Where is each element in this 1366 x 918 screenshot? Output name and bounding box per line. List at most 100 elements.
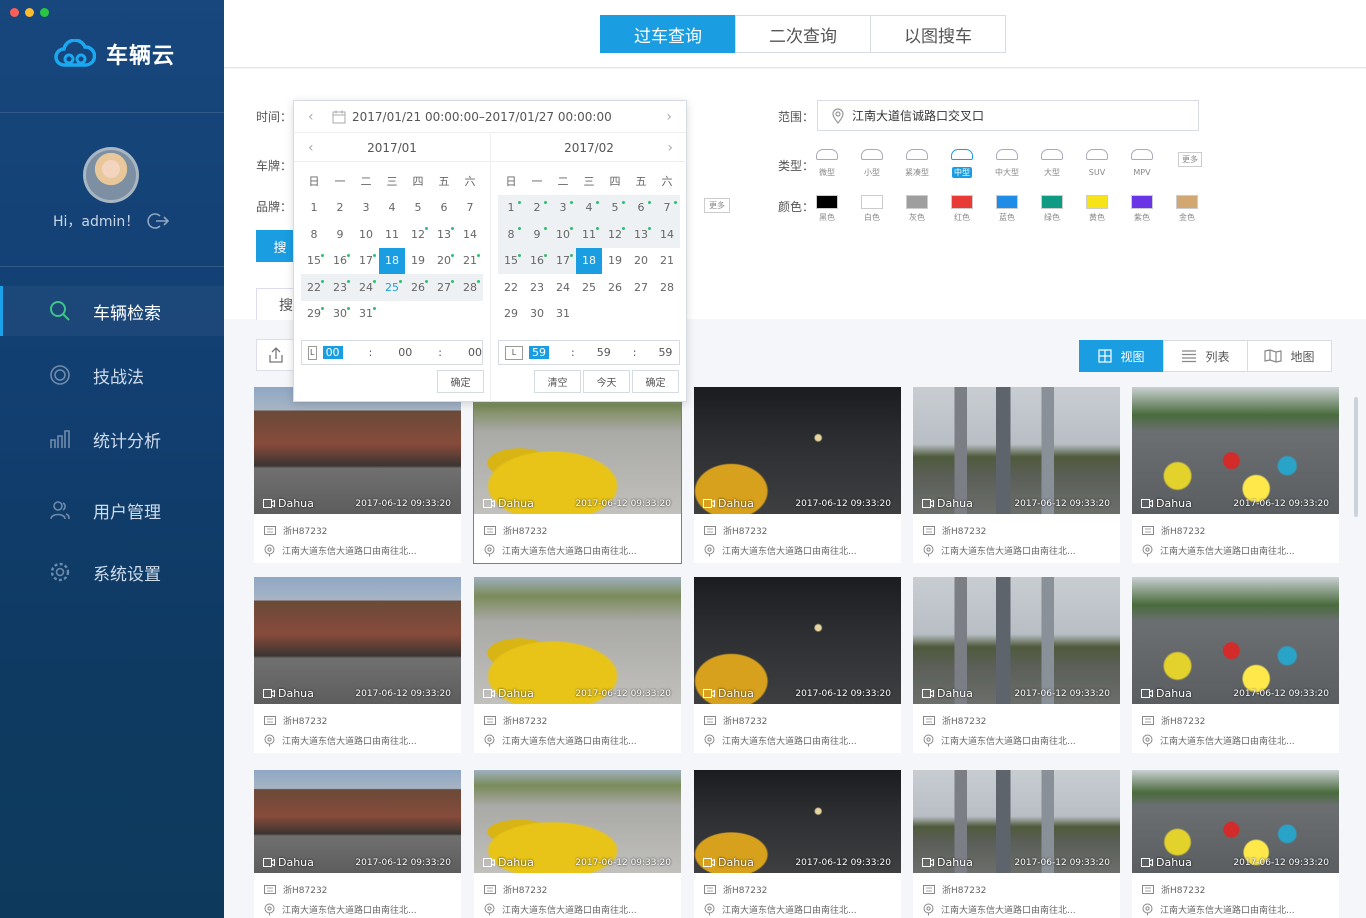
left-day-cell[interactable]: 31	[353, 301, 379, 328]
left-day-cell[interactable]: 19	[405, 248, 431, 275]
right-day-cell[interactable]: 3	[550, 194, 576, 221]
close-window-button[interactable]	[10, 8, 19, 17]
start-minute[interactable]: 00	[398, 346, 412, 359]
sidebar-item-system-settings[interactable]: 系统设置	[0, 547, 224, 597]
brand-more-button[interactable]: 更多	[704, 198, 730, 213]
view-tab-map[interactable]: 地图	[1247, 340, 1332, 372]
left-day-cell[interactable]: 7	[457, 195, 483, 222]
left-day-cell[interactable]: 24	[353, 274, 379, 301]
vehicle-type-small[interactable]: 小型	[852, 149, 892, 179]
left-day-cell[interactable]: 29	[301, 301, 327, 328]
result-card[interactable]: Dahua 2017-06-12 09:33:20 浙H87232 江南大道东信大道路…	[913, 577, 1120, 753]
left-day-cell[interactable]: 16	[327, 248, 353, 275]
view-tab-grid[interactable]: 视图	[1079, 340, 1164, 372]
right-day-cell[interactable]: 29	[498, 301, 524, 328]
color-green[interactable]: 绿色	[1032, 195, 1072, 223]
right-day-cell[interactable]: 21	[654, 248, 680, 275]
vehicle-type-suv[interactable]: SUV	[1077, 149, 1117, 179]
color-black[interactable]: 黑色	[807, 195, 847, 223]
next-month-icon[interactable]: ›	[667, 140, 673, 156]
vehicle-snapshot[interactable]: Dahua 2017-06-12 09:33:20	[254, 387, 461, 514]
result-card[interactable]: Dahua 2017-06-12 09:33:20 浙H87232 江南大道东信大道路…	[694, 577, 901, 753]
result-card[interactable]: Dahua 2017-06-12 09:33:20 浙H87232 江南大道东信大道路…	[694, 387, 901, 563]
right-day-cell[interactable]: 16	[524, 247, 550, 274]
sidebar-item-user-management[interactable]: 用户管理	[0, 485, 224, 535]
left-day-cell[interactable]: 13	[431, 221, 457, 248]
left-day-cell[interactable]: 30	[327, 301, 353, 328]
vehicle-snapshot[interactable]: Dahua 2017-06-12 09:33:20	[474, 387, 681, 514]
left-day-cell[interactable]: 22	[301, 274, 327, 301]
vehicle-type-mpv[interactable]: MPV	[1122, 149, 1162, 179]
left-day-cell[interactable]: 8	[301, 221, 327, 248]
right-day-cell[interactable]: 12	[602, 221, 628, 248]
vehicle-snapshot[interactable]: Dahua 2017-06-12 09:33:20	[1132, 770, 1339, 873]
end-second[interactable]: 59	[658, 346, 672, 359]
vehicle-snapshot[interactable]: Dahua 2017-06-12 09:33:20	[913, 770, 1120, 873]
today-button[interactable]: 今天	[583, 370, 630, 393]
left-day-cell[interactable]: 12	[405, 221, 431, 248]
color-blue[interactable]: 蓝色	[987, 195, 1027, 223]
type-more-button[interactable]: 更多	[1178, 152, 1202, 167]
left-day-cell[interactable]: 4	[379, 195, 405, 222]
result-card[interactable]: Dahua 2017-06-12 09:33:20 浙H87232 江南大道东信大道路…	[913, 387, 1120, 563]
right-day-cell[interactable]: 30	[524, 301, 550, 328]
right-day-cell[interactable]: 2	[524, 194, 550, 221]
vehicle-snapshot[interactable]: Dahua 2017-06-12 09:33:20	[913, 577, 1120, 704]
tab-secondary-query[interactable]: 二次查询	[735, 15, 871, 53]
right-day-cell[interactable]: 28	[654, 274, 680, 301]
color-gold[interactable]: 金色	[1167, 195, 1207, 223]
right-day-cell[interactable]: 20	[628, 248, 654, 275]
right-day-cell[interactable]: 25	[576, 274, 602, 301]
right-day-cell[interactable]: 18	[576, 247, 602, 274]
result-card[interactable]: Dahua 2017-06-12 09:33:20 浙H87232 江南大道东信大道路…	[473, 386, 682, 564]
sidebar-item-vehicle-search[interactable]: 车辆检索	[0, 286, 224, 336]
result-card[interactable]: Dahua 2017-06-12 09:33:20 浙H87232 江南大道东信大道路…	[694, 770, 901, 918]
left-day-cell[interactable]: 11	[379, 221, 405, 248]
color-yellow[interactable]: 黄色	[1077, 195, 1117, 223]
left-day-cell[interactable]: 17	[353, 248, 379, 275]
prev-month-icon[interactable]: ‹	[308, 140, 314, 156]
left-day-cell[interactable]: 20	[431, 248, 457, 275]
right-day-cell[interactable]: 31	[550, 301, 576, 328]
vehicle-snapshot[interactable]: Dahua 2017-06-12 09:33:20	[254, 577, 461, 704]
left-day-cell[interactable]: 1	[301, 195, 327, 222]
left-day-cell[interactable]: 14	[457, 221, 483, 248]
right-day-cell[interactable]: 9	[524, 221, 550, 248]
vehicle-snapshot[interactable]: Dahua 2017-06-12 09:33:20	[694, 770, 901, 873]
right-day-cell[interactable]: 8	[498, 221, 524, 248]
vehicle-snapshot[interactable]: Dahua 2017-06-12 09:33:20	[694, 387, 901, 514]
right-day-cell[interactable]: 13	[628, 221, 654, 248]
left-day-cell[interactable]: 3	[353, 195, 379, 222]
result-card[interactable]: Dahua 2017-06-12 09:33:20 浙H87232 江南大道东信大道路…	[474, 577, 681, 753]
result-card[interactable]: Dahua 2017-06-12 09:33:20 浙H87232 江南大道东信大道路…	[1132, 770, 1339, 918]
left-day-cell[interactable]: 28	[457, 274, 483, 301]
vehicle-type-upper-midsize[interactable]: 中大型	[987, 149, 1027, 179]
right-day-cell[interactable]: 6	[628, 194, 654, 221]
right-day-cell[interactable]: 17	[550, 247, 576, 274]
right-day-cell[interactable]: 5	[602, 194, 628, 221]
date-range-display[interactable]: ‹ 2017/01/21 00:00:00–2017/01/27 00:00:0…	[294, 101, 686, 133]
vehicle-type-mini[interactable]: 微型	[807, 149, 847, 179]
left-day-cell[interactable]: 15	[301, 248, 327, 275]
right-day-cell[interactable]: 26	[602, 274, 628, 301]
minimize-window-button[interactable]	[25, 8, 34, 17]
clear-button[interactable]: 清空	[534, 370, 581, 393]
left-day-cell[interactable]: 5	[405, 195, 431, 222]
start-time-input[interactable]: L 00 : 00 : 00	[301, 340, 483, 365]
sidebar-item-statistics[interactable]: 统计分析	[0, 414, 224, 464]
right-day-cell[interactable]: 15	[498, 247, 524, 274]
right-day-cell[interactable]: 14	[654, 221, 680, 248]
color-gray[interactable]: 灰色	[897, 195, 937, 223]
right-day-cell[interactable]: 27	[628, 274, 654, 301]
left-day-cell[interactable]: 18	[379, 247, 405, 274]
left-day-cell[interactable]: 10	[353, 221, 379, 248]
right-day-cell[interactable]: 22	[498, 274, 524, 301]
vehicle-type-compact[interactable]: 紧凑型	[897, 149, 937, 179]
result-card[interactable]: Dahua 2017-06-12 09:33:20 浙H87232 江南大道东信大道路…	[474, 770, 681, 918]
color-purple[interactable]: 紫色	[1122, 195, 1162, 223]
scrollbar[interactable]	[1354, 397, 1358, 517]
export-button[interactable]	[256, 339, 296, 371]
next-icon[interactable]: ›	[666, 109, 672, 125]
avatar[interactable]	[83, 147, 139, 203]
right-day-cell[interactable]: 11	[576, 221, 602, 248]
